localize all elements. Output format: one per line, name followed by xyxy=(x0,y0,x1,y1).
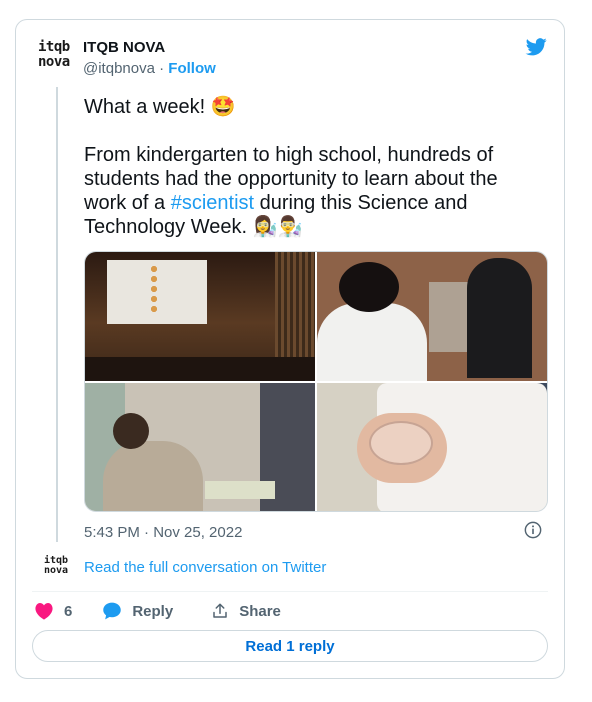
separator-dot: · xyxy=(159,60,165,77)
reply-label: Reply xyxy=(132,602,174,620)
thread-line xyxy=(56,87,58,542)
photo-auditorium-presentation[interactable] xyxy=(85,252,315,381)
like-count: 6 xyxy=(64,602,73,620)
share-upload-icon xyxy=(213,603,227,618)
author-handle[interactable]: @itqbnova xyxy=(83,60,155,77)
action-bar: 6 Reply Share xyxy=(34,600,281,622)
avatar-logo-line-2: nova xyxy=(38,54,70,70)
read-replies-button[interactable]: Read 1 reply xyxy=(32,630,548,662)
twitter-bird-icon[interactable] xyxy=(524,36,548,58)
photo-hands-petri-dish[interactable] xyxy=(317,382,547,511)
small-avatar-line-2: nova xyxy=(44,565,69,576)
avatar-logo-line-1: itqb xyxy=(38,39,70,55)
author-avatar[interactable]: itqb nova xyxy=(38,40,80,74)
author-handle-row: @itqbnova · Follow xyxy=(83,60,216,77)
hashtag-link[interactable]: #scientist xyxy=(171,192,254,214)
share-button[interactable]: Share xyxy=(211,602,281,620)
small-author-avatar: itqb nova xyxy=(44,556,68,576)
info-icon[interactable] xyxy=(524,521,542,539)
divider xyxy=(32,591,548,592)
tweet-text-line-1: What a week! 🤩 xyxy=(84,96,236,118)
tweet-card: itqb nova ITQB NOVA @itqbnova · Follow W… xyxy=(15,19,565,679)
photo-students-lab-coat[interactable] xyxy=(317,252,547,381)
tweet-timestamp[interactable]: 5:43 PM · Nov 25, 2022 xyxy=(84,524,242,541)
tweet-text: What a week! 🤩 From kindergarten to high… xyxy=(84,95,534,239)
follow-button[interactable]: Follow xyxy=(168,60,216,77)
speech-bubble-icon xyxy=(103,602,122,620)
reply-button[interactable]: Reply xyxy=(102,601,173,621)
like-button[interactable]: 6 xyxy=(34,602,72,620)
share-label: Share xyxy=(239,602,281,620)
author-name[interactable]: ITQB NOVA xyxy=(83,39,165,56)
tweet-text-body: From kindergarten to high school, hundre… xyxy=(84,143,534,239)
heart-icon xyxy=(35,602,53,620)
read-full-conversation-link[interactable]: Read the full conversation on Twitter xyxy=(84,559,326,576)
photo-classroom-student[interactable] xyxy=(85,382,315,511)
media-grid xyxy=(84,251,548,512)
